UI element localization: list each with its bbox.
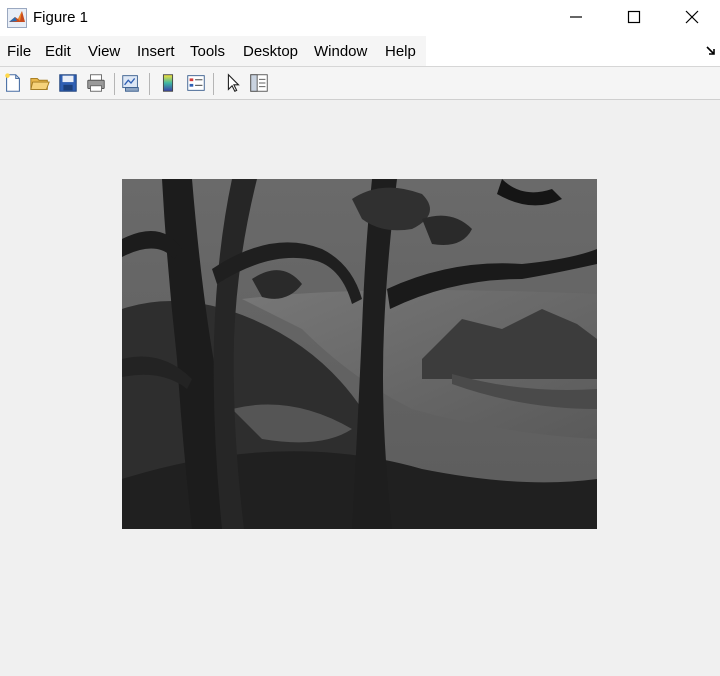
menu-edit[interactable]: Edit (43, 43, 73, 60)
minimize-icon (570, 16, 582, 18)
new-figure-icon (5, 73, 20, 92)
link-plot-button[interactable] (119, 71, 143, 95)
dock-arrow-icon[interactable] (704, 44, 718, 58)
menu-insert[interactable]: Insert (135, 43, 177, 60)
menu-file[interactable]: File (5, 43, 33, 60)
print-figure-icon (87, 74, 105, 92)
open-property-inspector-icon (250, 74, 268, 92)
insert-colorbar-icon (162, 74, 174, 92)
edit-plot-icon (227, 73, 240, 92)
menu-help[interactable]: Help (383, 43, 418, 60)
image-display (122, 179, 597, 529)
menu-view[interactable]: View (86, 43, 122, 60)
insert-legend-icon (187, 75, 205, 91)
link-plot-icon (122, 75, 139, 92)
close-button[interactable] (663, 0, 720, 34)
toolbar-separator (213, 73, 214, 95)
insert-legend-button[interactable] (184, 71, 208, 95)
toolbar-separator (149, 73, 150, 95)
maximize-icon (627, 10, 641, 24)
toolbar-separator (114, 73, 115, 95)
tree-landscape-image (122, 179, 597, 529)
menu-tools[interactable]: Tools (188, 43, 227, 60)
save-figure-button[interactable] (56, 71, 80, 95)
new-figure-button[interactable] (1, 71, 25, 95)
save-figure-icon (59, 74, 77, 92)
menu-window[interactable]: Window (312, 43, 369, 60)
open-property-inspector-button[interactable] (247, 71, 271, 95)
title-bar: Figure 1 (0, 0, 720, 36)
menu-desktop[interactable]: Desktop (241, 43, 300, 60)
insert-colorbar-button[interactable] (156, 71, 180, 95)
figure-toolbar (0, 67, 720, 100)
open-file-button[interactable] (28, 71, 52, 95)
window-title: Figure 1 (33, 9, 89, 26)
print-figure-button[interactable] (84, 71, 108, 95)
matlab-icon (7, 8, 27, 28)
edit-plot-button[interactable] (221, 71, 245, 95)
close-icon (685, 10, 699, 24)
minimize-button[interactable] (547, 0, 605, 34)
maximize-button[interactable] (605, 0, 663, 34)
open-file-icon (30, 77, 50, 90)
menu-bar: File Edit View Insert Tools Desktop Wind… (0, 36, 720, 67)
